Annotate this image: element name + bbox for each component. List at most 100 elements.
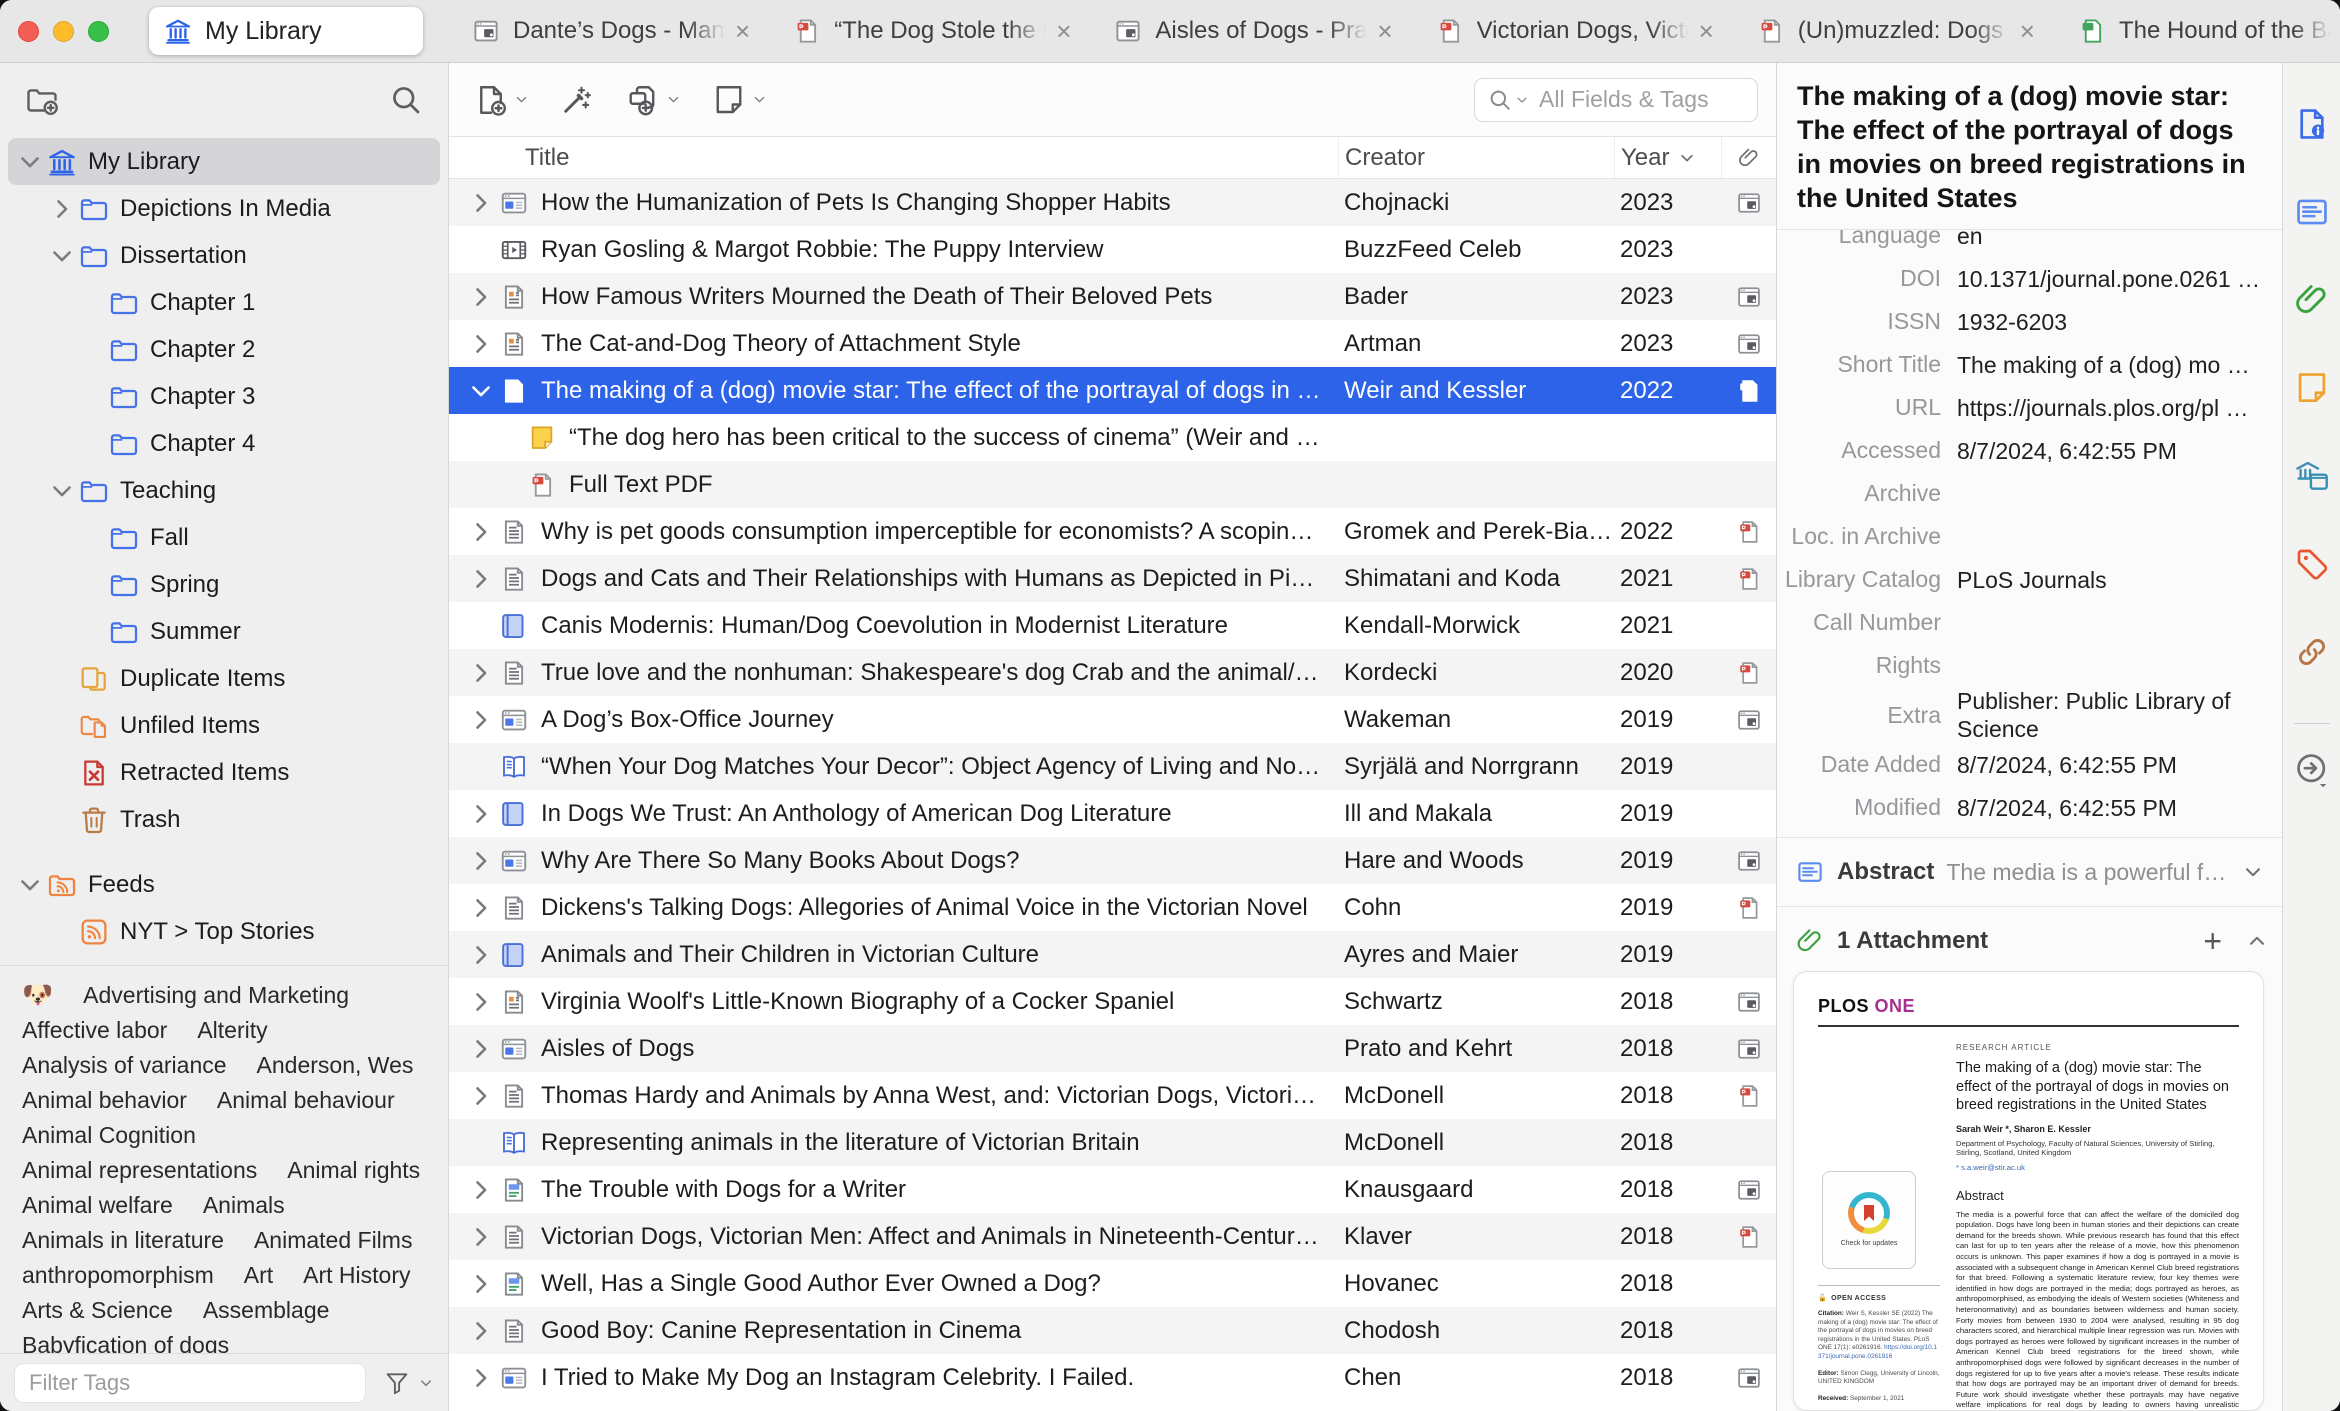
rail-abstract-icon[interactable]	[2293, 193, 2331, 231]
table-row[interactable]: In Dogs We Trust: An Anthology of Americ…	[449, 790, 1776, 837]
column-creator[interactable]: Creator	[1338, 137, 1614, 178]
chevron-down-icon[interactable]	[2242, 861, 2264, 883]
table-row[interactable]: The making of a (dog) movie star: The ef…	[449, 367, 1776, 414]
field-value[interactable]: 8/7/2024, 6:42:55 PM	[1957, 437, 2282, 465]
tag[interactable]: Animal representations	[22, 1157, 257, 1184]
table-row[interactable]: Well, Has a Single Good Author Ever Owne…	[449, 1260, 1776, 1307]
field-value[interactable]: The making of a (dog) mo …	[1957, 351, 2282, 379]
chevron-down-icon[interactable]	[1515, 93, 1529, 107]
tab-document-3[interactable]: Aisles of Dogs - Prat ×	[1099, 7, 1406, 55]
field-value[interactable]: 8/7/2024, 6:42:55 PM	[1957, 794, 2282, 822]
expand-right-icon[interactable]	[467, 1270, 495, 1298]
tab-document-4[interactable]: Victorian Dogs, Victo ×	[1421, 7, 1728, 55]
rail-notes-icon[interactable]	[2293, 369, 2331, 407]
tag[interactable]: Analysis of variance	[22, 1052, 227, 1079]
tag[interactable]: Animal behavior	[22, 1087, 187, 1114]
close-tab-icon[interactable]: ×	[1699, 18, 1714, 44]
chevron-right-icon[interactable]	[48, 195, 76, 223]
field-value[interactable]: 10.1371/journal.pone.0261 …	[1957, 265, 2282, 293]
field-value[interactable]: 1932-6203	[1957, 308, 2282, 336]
tag[interactable]: Animals	[203, 1192, 285, 1219]
expand-right-icon[interactable]	[467, 518, 495, 546]
table-row[interactable]: I Tried to Make My Dog an Instagram Cele…	[449, 1354, 1776, 1401]
close-tab-icon[interactable]: ×	[1056, 18, 1071, 44]
sidebar-item-retracted-items[interactable]: Retracted Items	[8, 749, 440, 796]
rail-attachments-icon[interactable]	[2293, 281, 2331, 319]
tag-filter-input[interactable]	[14, 1362, 366, 1403]
chevron-down-icon[interactable]	[16, 871, 44, 899]
tag[interactable]: anthropomorphism	[22, 1262, 214, 1289]
expand-right-icon[interactable]	[467, 330, 495, 358]
tag[interactable]: Animal welfare	[22, 1192, 173, 1219]
expand-right-icon[interactable]	[467, 659, 495, 687]
minimize-window-button[interactable]	[53, 20, 74, 42]
tab-document-6[interactable]: The Hound of the Ba×	[2063, 7, 2340, 55]
tag[interactable]: Animal Cognition	[22, 1122, 196, 1149]
tag[interactable]: 🐶	[22, 981, 53, 1010]
rail-libraries-icon[interactable]	[2293, 457, 2331, 495]
close-window-button[interactable]	[18, 20, 39, 42]
close-tab-icon[interactable]: ×	[1377, 18, 1392, 44]
chevron-up-icon[interactable]	[2246, 930, 2268, 952]
tag[interactable]: Animals in literature	[22, 1227, 224, 1254]
table-row[interactable]: The Trouble with Dogs for a Writer Knausg…	[449, 1166, 1776, 1213]
table-row[interactable]: Thomas Hardy and Animals by Anna West, a…	[449, 1072, 1776, 1119]
field-value[interactable]: https://journals.plos.org/pl …	[1957, 394, 2282, 422]
table-row[interactable]: A Dog’s Box-Office Journey Wakeman 2019	[449, 696, 1776, 743]
table-row[interactable]: Full Text PDF	[449, 461, 1776, 508]
tag[interactable]: Arts & Science	[22, 1297, 173, 1324]
sidebar-item-fall[interactable]: Fall	[8, 514, 440, 561]
sidebar-item-spring[interactable]: Spring	[8, 561, 440, 608]
expand-right-icon[interactable]	[467, 283, 495, 311]
tag[interactable]: Assemblage	[203, 1297, 330, 1324]
table-row[interactable]: How the Humanization of Pets Is Changing…	[449, 179, 1776, 226]
sidebar-item-feeds[interactable]: Feeds	[8, 861, 440, 908]
attachments-section-header[interactable]: 1 Attachment +	[1777, 915, 2282, 967]
expand-right-icon[interactable]	[467, 189, 495, 217]
field-value[interactable]: PLoS Journals	[1957, 566, 2282, 594]
abstract-section-header[interactable]: Abstract The media is a powerful forc…	[1777, 846, 2282, 898]
table-row[interactable]: Victorian Dogs, Victorian Men: Affect an…	[449, 1213, 1776, 1260]
tab-document-2[interactable]: “The Dog Stole the P ×	[778, 7, 1085, 55]
sidebar-item-depictions-in-media[interactable]: Depictions In Media	[8, 185, 440, 232]
column-year[interactable]: Year	[1614, 137, 1721, 178]
expand-right-icon[interactable]	[467, 1176, 495, 1204]
tag[interactable]: Babyfication of dogs	[22, 1332, 229, 1353]
expand-right-icon[interactable]	[467, 565, 495, 593]
expand-right-icon[interactable]	[467, 894, 495, 922]
table-row[interactable]: Why is pet goods consumption imperceptib…	[449, 508, 1776, 555]
search-box[interactable]	[1474, 77, 1758, 122]
table-row[interactable]: True love and the nonhuman: Shakespeare'…	[449, 649, 1776, 696]
table-row[interactable]: Virginia Woolf's Little-Known Biography …	[449, 978, 1776, 1025]
expand-right-icon[interactable]	[467, 847, 495, 875]
tag[interactable]: Alterity	[197, 1017, 267, 1044]
sidebar-item-summer[interactable]: Summer	[8, 608, 440, 655]
column-attachment[interactable]	[1721, 137, 1776, 178]
tab-document-1[interactable]: Dante’s Dogs - Mang ×	[457, 7, 764, 55]
tag[interactable]: Affective labor	[22, 1017, 167, 1044]
table-row[interactable]: The Cat-and-Dog Theory of Attachment Sty…	[449, 320, 1776, 367]
field-value[interactable]: Publisher: Public Library of Science	[1957, 687, 2282, 743]
column-title[interactable]: Title	[449, 144, 1338, 172]
filter-icon[interactable]	[382, 1368, 412, 1398]
sidebar-item-trash[interactable]: Trash	[8, 796, 440, 843]
add-attachment-button[interactable]	[625, 82, 681, 118]
expand-right-icon[interactable]	[467, 1082, 495, 1110]
tag[interactable]: Art History	[303, 1262, 410, 1289]
tab-my-library[interactable]: My Library	[149, 7, 423, 55]
expand-right-icon[interactable]	[467, 706, 495, 734]
table-row[interactable]: How Famous Writers Mourned the Death of …	[449, 273, 1776, 320]
add-by-identifier-button[interactable]	[559, 82, 595, 118]
sidebar-item-nyt-top-stories[interactable]: NYT > Top Stories	[8, 908, 440, 955]
new-item-button[interactable]	[473, 82, 529, 118]
tag[interactable]: Advertising and Marketing	[83, 982, 349, 1009]
rail-related-icon[interactable]	[2293, 633, 2331, 671]
table-row[interactable]: “When Your Dog Matches Your Decor”: Obje…	[449, 743, 1776, 790]
chevron-down-icon[interactable]	[418, 1375, 434, 1391]
expand-down-icon[interactable]	[467, 377, 495, 405]
rail-tags-icon[interactable]	[2293, 545, 2331, 583]
add-attachment-button[interactable]: +	[2203, 925, 2222, 957]
tab-document-5[interactable]: (Un)muzzled: Dogs i ×	[1742, 7, 2049, 55]
table-row[interactable]: Animals and Their Children in Victorian …	[449, 931, 1776, 978]
table-row[interactable]: “The dog hero has been critical to the s…	[449, 414, 1776, 461]
